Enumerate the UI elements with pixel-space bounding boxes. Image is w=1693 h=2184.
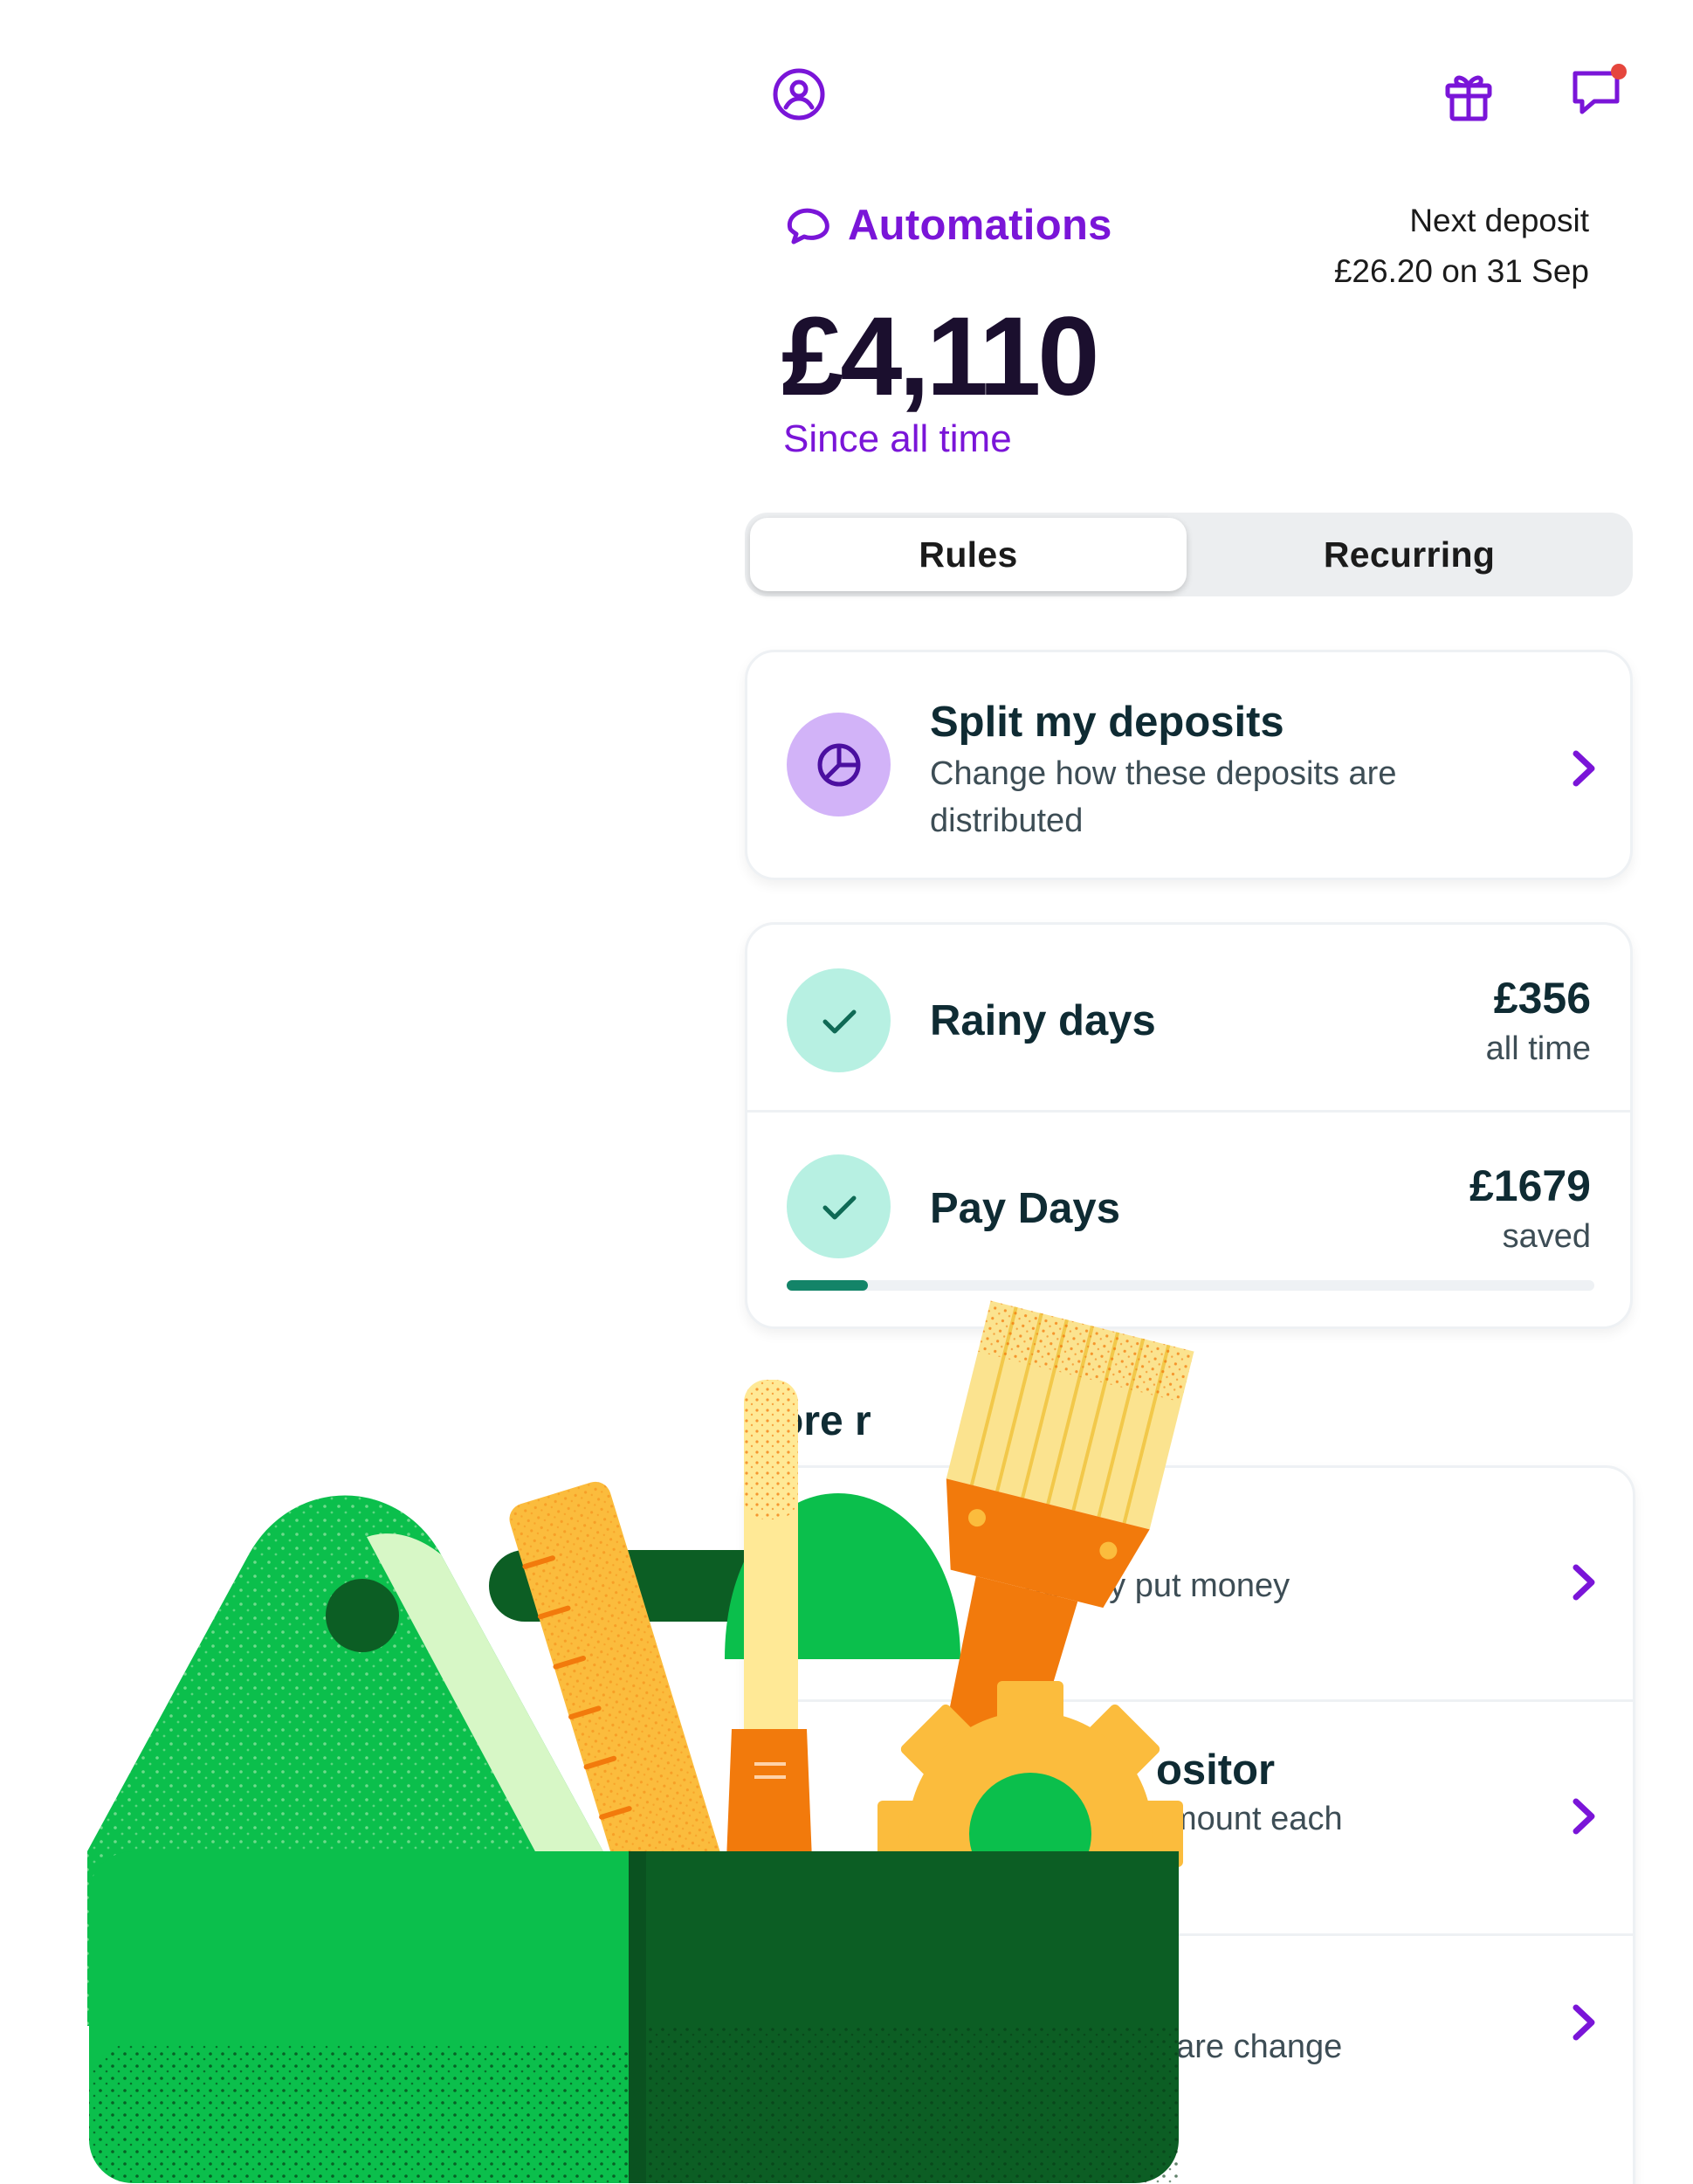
next-deposit-label: Next deposit [1409, 203, 1589, 238]
active-rules-card: Rainy days £356 all time Pay Days £1679 … [745, 922, 1633, 1329]
rule-name: Rainy days [930, 997, 1156, 1044]
check-icon [787, 968, 891, 1072]
check-icon [787, 1154, 891, 1258]
gift-icon[interactable] [1441, 68, 1497, 124]
automations-icon [785, 204, 834, 245]
next-deposit-value: £26.20 on 31 Sep [1333, 253, 1589, 289]
savings-progress-fill [787, 1280, 868, 1291]
rule-caption: saved [1502, 1218, 1591, 1255]
toolbox-illustration [0, 1292, 1222, 2184]
pie-chart-icon [787, 713, 891, 816]
chevron-right-icon [1569, 1562, 1599, 1602]
split-deposits-subtitle-line2: distributed [930, 803, 1084, 839]
total-amount: £4,110 [781, 294, 1099, 419]
rule-row-rainy-days[interactable]: Rainy days £356 all time [747, 925, 1630, 1110]
savings-progress-bar [787, 1280, 1594, 1291]
split-deposits-title: Split my deposits [930, 699, 1284, 746]
profile-icon[interactable] [771, 66, 827, 122]
rule-amount: £1679 [1469, 1161, 1591, 1210]
page-title: Automations [848, 202, 1112, 249]
rule-caption: all time [1485, 1030, 1591, 1067]
chevron-right-icon [1569, 1796, 1599, 1836]
rule-name: Pay Days [930, 1185, 1120, 1232]
tab-rules[interactable]: Rules [750, 518, 1187, 591]
chat-icon[interactable] [1568, 63, 1631, 122]
tab-recurring[interactable]: Recurring [1191, 518, 1628, 591]
rule-amount: £356 [1493, 974, 1591, 1023]
chevron-right-icon [1569, 748, 1599, 789]
chevron-right-icon [1569, 2002, 1599, 2043]
split-deposits-subtitle-line1: Change how these deposits are [930, 755, 1397, 792]
period-label[interactable]: Since all time [783, 417, 1012, 461]
split-deposits-card[interactable]: Split my deposits Change how these depos… [745, 650, 1633, 880]
rules-recurring-tabs: Rules Recurring [745, 513, 1633, 596]
